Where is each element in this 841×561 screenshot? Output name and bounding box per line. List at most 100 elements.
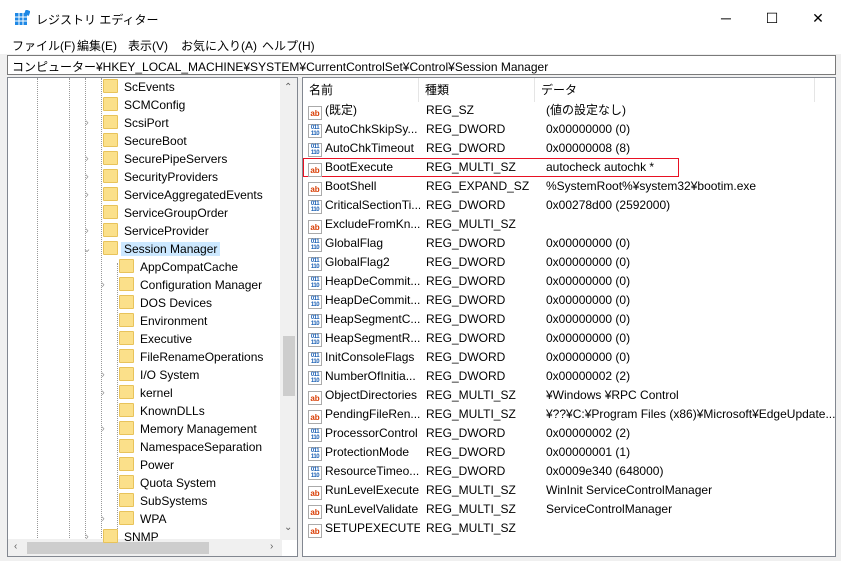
tree-node[interactable]: SecureBoot (97, 132, 190, 150)
tree-vertical-scrollbar[interactable]: ⌃ ⌄ (280, 78, 297, 540)
value-row[interactable]: 011 110 GlobalFlag REG_DWORD 0x00000000 (0) (303, 234, 835, 253)
value-type: REG_DWORD (426, 141, 506, 155)
value-name: CriticalSectionTi... (325, 198, 420, 212)
chevron-right-icon[interactable]: › (97, 276, 109, 294)
tree-node[interactable]: SubSystems (113, 492, 210, 510)
scroll-right-icon[interactable]: › (270, 541, 273, 552)
value-data: 0x00000000 (0) (546, 293, 631, 307)
value-name: ResourceTimeo... (325, 464, 420, 478)
minimize-button[interactable]: ─ (703, 0, 749, 36)
tree-node[interactable]: › I/O System (101, 366, 202, 384)
value-row[interactable]: ab BootShell REG_EXPAND_SZ %SystemRoot%¥sys… (303, 177, 835, 196)
string-value-icon: ab (308, 182, 322, 196)
scroll-left-icon[interactable]: ‹ (14, 541, 17, 552)
value-row[interactable]: 011 110 HeapSegmentR... REG_DWORD 0x00000000… (303, 329, 835, 348)
value-row[interactable]: 011 110 CriticalSectionTi... REG_DWORD 0x002… (303, 196, 835, 215)
value-row[interactable]: 011 110 HeapSegmentC... REG_DWORD 0x00000000… (303, 310, 835, 329)
scroll-thumb[interactable] (283, 336, 295, 396)
value-row[interactable]: ab ObjectDirectories REG_MULTI_SZ ¥Windows … (303, 386, 835, 405)
value-row[interactable]: 011 110 ProcessorControl REG_DWORD 0x0000000… (303, 424, 835, 443)
value-name: GlobalFlag (325, 236, 384, 250)
tree-node[interactable]: ServiceGroupOrder (97, 204, 231, 222)
value-row[interactable]: 011 110 InitConsoleFlags REG_DWORD 0x0000000… (303, 348, 835, 367)
value-row[interactable]: ab PendingFileRen... REG_MULTI_SZ ¥??¥C:¥Pr… (303, 405, 835, 424)
value-row[interactable]: 011 110 AutoChkTimeout REG_DWORD 0x00000008 … (303, 139, 835, 158)
tree-node[interactable]: Environment (113, 312, 210, 330)
value-row[interactable]: ab SETUPEXECUTE REG_MULTI_SZ (303, 519, 835, 538)
chevron-right-icon[interactable]: › (81, 222, 93, 240)
tree-node[interactable]: FileRenameOperations (113, 348, 266, 366)
chevron-right-icon[interactable]: › (97, 420, 109, 438)
close-button[interactable]: ✕ (795, 0, 841, 36)
value-data: 0x00000000 (0) (546, 122, 631, 136)
tree-node[interactable]: › ScsiPort (85, 114, 172, 132)
column-header-data[interactable]: データ (535, 78, 815, 102)
chevron-right-icon[interactable]: › (97, 510, 109, 528)
tree-node[interactable]: DOS Devices (113, 294, 215, 312)
chevron-right-icon[interactable]: › (81, 114, 93, 132)
value-row[interactable]: 011 110 AutoChkSkipSy... REG_DWORD 0x0000000… (303, 120, 835, 139)
value-row[interactable]: 011 110 ResourceTimeo... REG_DWORD 0x0009e34… (303, 462, 835, 481)
value-row[interactable]: ab ExcludeFromKn... REG_MULTI_SZ (303, 215, 835, 234)
chevron-right-icon[interactable]: › (81, 150, 93, 168)
menu-edit[interactable]: 編集(E) (77, 37, 117, 54)
binary-value-icon: 011 110 (308, 314, 322, 328)
folder-icon (119, 457, 134, 471)
tree-node[interactable]: › SecurityProviders (85, 168, 221, 186)
menu-favorites[interactable]: お気に入り(A) (181, 37, 257, 54)
tree-node[interactable]: SCMConfig (97, 96, 188, 114)
value-row[interactable]: ab BootExecute REG_MULTI_SZ autocheck autoc… (303, 158, 679, 177)
menu-help[interactable]: ヘルプ(H) (262, 37, 315, 54)
tree-node[interactable]: › kernel (101, 384, 176, 402)
tree-node[interactable]: ScEvents (97, 78, 178, 96)
maximize-button[interactable]: ☐ (749, 0, 795, 36)
menu-view[interactable]: 表示(V) (128, 37, 168, 54)
address-bar[interactable]: コンピューター¥HKEY_LOCAL_MACHINE¥SYSTEM¥Curren… (7, 55, 836, 75)
value-row[interactable]: 011 110 HeapDeCommit... REG_DWORD 0x00000000… (303, 272, 835, 291)
value-name: AutoChkTimeout (325, 141, 414, 155)
value-row[interactable]: 011 110 GlobalFlag2 REG_DWORD 0x00000000 (0) (303, 253, 835, 272)
tree-node[interactable]: ⌄ Session Manager (82, 240, 221, 258)
chevron-right-icon[interactable]: › (97, 366, 109, 384)
tree-node[interactable]: KnownDLLs (113, 402, 208, 420)
tree-node[interactable]: › ServiceProvider (85, 222, 212, 240)
value-row[interactable]: ab RunLevelValidate REG_MULTI_SZ ServiceCon… (303, 500, 835, 519)
value-row[interactable]: ab (既定) REG_SZ (値の設定なし) (303, 101, 835, 120)
value-name: ProcessorControl (325, 426, 418, 440)
value-row[interactable]: 011 110 HeapDeCommit... REG_DWORD 0x00000000… (303, 291, 835, 310)
chevron-right-icon[interactable]: › (81, 528, 93, 546)
tree-node[interactable]: › Memory Management (101, 420, 260, 438)
chevron-down-icon[interactable]: ⌄ (81, 240, 93, 258)
value-type: REG_MULTI_SZ (426, 521, 516, 535)
value-row[interactable]: 011 110 NumberOfInitia... REG_DWORD 0x000000… (303, 367, 835, 386)
value-name: AutoChkSkipSy... (325, 122, 418, 136)
tree-node[interactable]: Power (113, 456, 177, 474)
tree-node[interactable]: NamespaceSeparation (113, 438, 265, 456)
menu-file[interactable]: ファイル(F) (12, 37, 75, 54)
column-header-type[interactable]: 種類 (419, 78, 535, 102)
scroll-up-icon[interactable]: ⌃ (284, 82, 292, 93)
value-data: 0x00000000 (0) (546, 331, 631, 345)
value-row[interactable]: ab RunLevelExecute REG_MULTI_SZ WinInit Ser… (303, 481, 835, 500)
tree-node[interactable]: › SNMP (85, 528, 162, 546)
tree-node[interactable]: › Configuration Manager (101, 276, 265, 294)
tree-node[interactable]: Executive (113, 330, 195, 348)
chevron-right-icon[interactable]: › (81, 168, 93, 186)
chevron-right-icon[interactable]: › (81, 186, 93, 204)
scroll-down-icon[interactable]: ⌄ (284, 522, 292, 533)
chevron-right-icon[interactable]: › (97, 384, 109, 402)
folder-icon (119, 385, 134, 399)
tree-node-label: WPA (140, 512, 167, 526)
column-header-name[interactable]: 名前 (303, 78, 419, 102)
tree-node[interactable]: › WPA (101, 510, 169, 528)
tree-node[interactable]: › SecurePipeServers (85, 150, 230, 168)
tree-node[interactable]: › ServiceAggregatedEvents (85, 186, 266, 204)
value-type: REG_DWORD (426, 274, 506, 288)
tree-node[interactable]: Quota System (113, 474, 219, 492)
value-row[interactable]: 011 110 ProtectionMode REG_DWORD 0x00000001 … (303, 443, 835, 462)
tree-node-label: AppCompatCache (140, 260, 239, 274)
tree-node[interactable]: AppCompatCache (113, 258, 241, 276)
value-name: PendingFileRen... (325, 407, 420, 421)
value-name: HeapSegmentR... (325, 331, 420, 345)
tree-node-label: Memory Management (140, 422, 257, 436)
